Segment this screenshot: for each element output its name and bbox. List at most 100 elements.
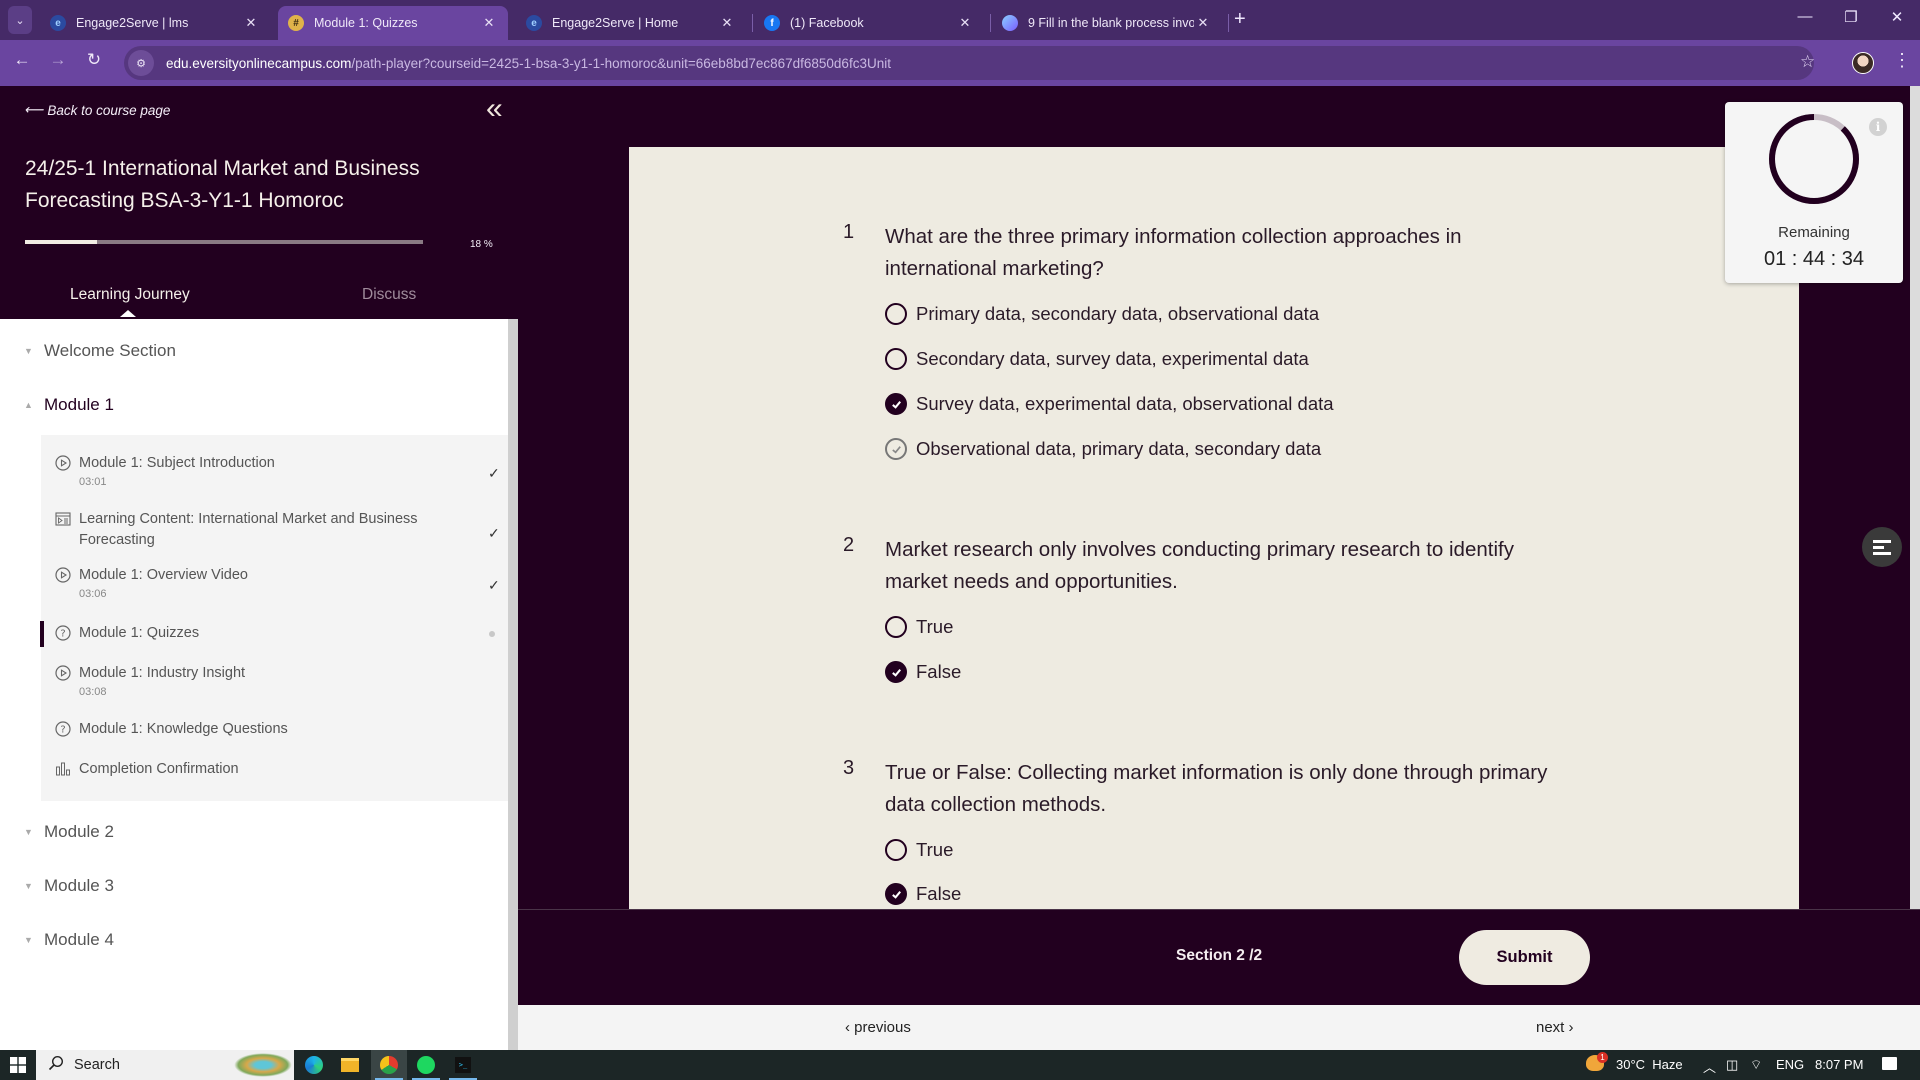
radio-unchecked-icon[interactable] <box>885 348 907 370</box>
sidebar-scrollbar[interactable] <box>508 319 518 1050</box>
tab-separator <box>752 14 753 32</box>
info-icon[interactable]: i <box>1869 118 1887 136</box>
close-tab-icon[interactable]: ✕ <box>956 15 974 31</box>
answer-option[interactable]: Secondary data, survey data, experimenta… <box>885 348 1309 370</box>
caret-up-icon: ▲ <box>24 400 33 410</box>
browser-tab[interactable]: e Engage2Serve | lms ✕ <box>40 6 270 40</box>
tab-learning-journey[interactable]: Learning Journey <box>70 286 190 304</box>
completed-check-icon: ✓ <box>488 577 500 593</box>
windows-start-icon[interactable] <box>0 1050 36 1080</box>
radio-unchecked-icon[interactable] <box>885 839 907 861</box>
tab-search-button[interactable]: ⌄ <box>8 6 32 34</box>
close-tab-icon[interactable]: ✕ <box>480 15 498 31</box>
submit-button[interactable]: Submit <box>1459 930 1590 985</box>
play-circle-icon <box>55 567 71 583</box>
chrome-app-icon[interactable] <box>371 1050 407 1080</box>
tab-discuss[interactable]: Discuss <box>362 286 416 304</box>
file-explorer-icon[interactable] <box>332 1050 368 1080</box>
main-scrollbar[interactable] <box>1910 86 1920 909</box>
completed-check-icon: ✓ <box>488 465 500 481</box>
terminal-app-icon[interactable]: >_ <box>445 1050 481 1080</box>
forward-button[interactable]: → <box>46 50 70 70</box>
close-tab-icon[interactable]: ✕ <box>242 15 260 31</box>
section-module-3[interactable]: ▼ Module 3 <box>24 876 114 896</box>
timer-value: 01 : 44 : 34 <box>1763 248 1865 270</box>
radio-checked-icon[interactable] <box>885 661 907 683</box>
lesson-item-current[interactable]: ? Module 1: Quizzes <box>40 621 508 649</box>
radio-unchecked-icon[interactable] <box>885 303 907 325</box>
browser-tab-active[interactable]: # Module 1: Quizzes ✕ <box>278 6 508 40</box>
section-module-2[interactable]: ▼ Module 2 <box>24 822 114 842</box>
answer-option[interactable]: True <box>885 616 953 638</box>
radio-unchecked-icon[interactable] <box>885 616 907 638</box>
weather-text[interactable]: 30°C Haze <box>1616 1057 1683 1072</box>
section-welcome[interactable]: ▼ Welcome Section <box>24 341 176 361</box>
notifications-icon[interactable] <box>1882 1057 1897 1070</box>
answer-option-selected[interactable]: False <box>885 661 961 683</box>
site-settings-icon[interactable]: ⚙ <box>128 50 154 76</box>
browser-tab[interactable]: e Engage2Serve | Home ✕ <box>516 6 746 40</box>
quiz-footer-bar: Section 2 /2 Submit <box>518 909 1920 1005</box>
radio-hover-check-icon[interactable] <box>885 438 907 460</box>
current-lesson-indicator <box>40 621 44 647</box>
facebook-icon: f <box>764 15 780 31</box>
question-list-menu-icon[interactable] <box>1862 527 1902 567</box>
lesson-item[interactable]: Completion Confirmation <box>41 759 508 785</box>
wifi-icon[interactable]: ⌔ <box>1750 1057 1762 1073</box>
quiz-card: 1 What are the three primary information… <box>629 147 1799 909</box>
browser-menu-icon[interactable]: ⋮ <box>1893 50 1911 71</box>
collapse-sidebar-icon[interactable]: « <box>486 94 503 124</box>
answer-option[interactable]: True <box>885 839 953 861</box>
module-1-lessons: Module 1: Subject Introduction 03:01 ✓ L… <box>40 435 508 801</box>
weather-icon[interactable]: 1 <box>1586 1052 1608 1074</box>
tab-separator <box>1228 14 1229 32</box>
engage2serve-icon: e <box>50 15 66 31</box>
spotify-app-icon[interactable] <box>408 1050 444 1080</box>
minimize-button[interactable]: — <box>1782 8 1828 25</box>
close-tab-icon[interactable]: ✕ <box>1194 15 1212 31</box>
back-button[interactable]: ← <box>10 50 34 70</box>
lesson-item[interactable]: Module 1: Subject Introduction 03:01 ✓ <box>41 453 508 499</box>
lesson-item[interactable]: ? Module 1: Knowledge Questions <box>41 719 508 745</box>
lesson-item[interactable]: Module 1: Overview Video 03:06 ✓ <box>41 565 508 611</box>
taskbar-search-input[interactable]: Search <box>36 1050 294 1080</box>
arrow-left-icon: ⟵ <box>24 102 44 117</box>
url-host: edu.eversityonlinecampus.com <box>166 55 352 71</box>
browser-tab[interactable]: f (1) Facebook ✕ <box>754 6 984 40</box>
next-link[interactable]: next › <box>1536 1019 1574 1036</box>
bookmark-star-icon[interactable]: ☆ <box>1800 52 1815 72</box>
answer-option[interactable]: Primary data, secondary data, observatio… <box>885 303 1319 325</box>
url-input[interactable]: ⚙ edu.eversityonlinecampus.com/path-play… <box>124 46 1814 80</box>
profile-avatar[interactable] <box>1852 52 1874 74</box>
question-number: 2 <box>843 534 855 556</box>
back-to-course-link[interactable]: ⟵ Back to course page <box>24 102 170 118</box>
previous-link[interactable]: ‹ previous <box>845 1019 911 1036</box>
show-hidden-icons[interactable]: ︿ <box>1703 1057 1716 1076</box>
section-module-1[interactable]: ▲ Module 1 <box>24 395 114 415</box>
section-module-4[interactable]: ▼ Module 4 <box>24 930 114 950</box>
close-tab-icon[interactable]: ✕ <box>718 15 736 31</box>
answer-option-hover[interactable]: Observational data, primary data, second… <box>885 438 1321 460</box>
search-highlight-image <box>234 1053 292 1077</box>
radio-checked-icon[interactable] <box>885 393 907 415</box>
media-document-icon <box>55 511 71 527</box>
browser-tab[interactable]: 9 Fill in the blank process involv ✕ <box>992 6 1222 40</box>
edge-app-icon[interactable] <box>296 1050 332 1080</box>
reload-button[interactable]: ↻ <box>82 50 106 70</box>
section-indicator: Section 2 /2 <box>1176 947 1263 964</box>
lesson-item[interactable]: Module 1: Industry Insight 03:08 <box>41 663 508 709</box>
lesson-item[interactable]: Learning Content: International Market a… <box>41 509 508 555</box>
answer-option-selected[interactable]: Survey data, experimental data, observat… <box>885 393 1334 415</box>
close-window-button[interactable]: ✕ <box>1874 8 1920 26</box>
language-indicator[interactable]: ENG <box>1776 1057 1804 1072</box>
quiz-main: 1 What are the three primary information… <box>518 86 1920 1050</box>
question-circle-icon: ? <box>55 721 71 737</box>
new-tab-button[interactable]: + <box>1234 8 1246 31</box>
clock[interactable]: 8:07 PM <box>1815 1057 1863 1072</box>
radio-checked-icon[interactable] <box>885 883 907 905</box>
restore-button[interactable]: ❐ <box>1828 8 1874 26</box>
camera-icon[interactable]: ◫ <box>1726 1057 1738 1073</box>
course-title: 24/25-1 International Market and Busines… <box>25 157 420 212</box>
question-text: What are the three primary information c… <box>885 225 1462 280</box>
answer-option-selected[interactable]: False <box>885 883 961 905</box>
